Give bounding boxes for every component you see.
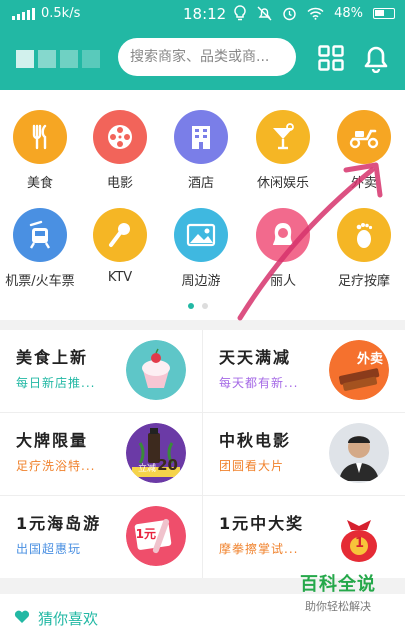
city-selector[interactable] [16,48,106,72]
category-hotel[interactable]: 酒店 [161,110,241,191]
hotel-building-icon [174,110,228,164]
promo-subtitle: 团圆看大片 [219,459,285,473]
lightbulb-icon [234,5,246,21]
category-ktv[interactable]: KTV [80,208,160,285]
landscape-icon [174,208,228,262]
page-indicator [188,303,208,309]
actor-portrait-image [329,423,389,483]
promo-title: 大牌限量 [16,431,89,450]
footprint-icon [337,208,391,262]
scooter-icon [337,110,391,164]
fork-knife-icon [13,110,67,164]
section-title: 猜你喜欢 [38,610,99,628]
waimai-badge: 外卖 [356,352,383,367]
promo-title: 1元中大奖 [219,514,305,533]
category-label: 周边游 [181,274,221,289]
category-label: 休闲娱乐 [256,176,309,191]
watermark-subtitle: 助你轻松解决 [305,600,371,613]
promo-subtitle: 每天都有新... [219,376,299,390]
category-label: 酒店 [187,176,214,191]
promo-title: 中秋电影 [219,431,292,450]
coupon-amount: 20 [157,456,178,474]
category-entertainment[interactable]: 休闲娱乐 [243,110,323,191]
promo-brand-limited[interactable]: 大牌限量 足疗洗浴特... 立减 20 [0,413,202,495]
microphone-icon [93,208,147,262]
watermark-title: 百科全说 [300,574,376,595]
signal-strength-icon [12,7,35,20]
category-label: 丽人 [269,274,296,289]
promo-one-yuan-prize[interactable]: 1元中大奖 摩拳擦掌试... 1 [203,496,405,578]
heart-icon [14,610,30,623]
wifi-icon [307,7,324,20]
one-yuan-badge: 1元 [135,527,156,541]
promo-title: 天天满减 [219,348,292,367]
promo-subtitle: 出国超惠玩 [16,542,82,556]
category-label: 美食 [26,176,53,191]
category-label: KTV [107,270,133,285]
promo-daily-discount[interactable]: 天天满减 每天都有新... 外卖 [203,330,405,412]
category-foot-massage[interactable]: 足疗按摩 [324,208,404,289]
category-grid: 美食 电影 酒店 休闲娱乐 外卖 机票/火车票 KTV 周边游 丽人 足疗按摩 [0,90,405,320]
battery-percent: 48% [334,5,363,21]
category-movie[interactable]: 电影 [80,110,160,191]
category-nearby-trips[interactable]: 周边游 [161,208,241,289]
status-time: 18:12 [183,5,227,23]
promo-grid: 美食上新 每日新店推... 天天满减 每天都有新... 外卖 大牌限量 足疗洗浴… [0,330,405,578]
lucky-bag-number: 1 [354,536,364,551]
category-label: 外卖 [350,176,377,191]
category-label: 足疗按摩 [337,274,390,289]
essential-oil-coupon-image [126,423,186,483]
top-bar: 搜索商家、品类或商... [0,28,405,90]
notification-bell-icon[interactable] [362,43,390,73]
watermark-logo: 百科全说 助你轻松解决 [278,570,398,622]
category-label: 电影 [106,176,133,191]
network-speed: 0.5k/s [41,6,81,21]
coupon-stamp: 立减 [137,464,156,474]
battery-icon [373,7,395,19]
alarm-icon [283,7,296,20]
promo-island-tour[interactable]: 1元海岛游 出国超惠玩 1元 [0,496,202,578]
promo-title: 美食上新 [16,348,89,367]
category-takeout[interactable]: 外卖 [324,110,404,191]
category-beauty[interactable]: 丽人 [243,208,323,289]
film-reel-icon [93,110,147,164]
search-input[interactable]: 搜索商家、品类或商... [118,38,296,76]
qr-scan-icon[interactable] [318,45,344,71]
mute-bell-icon [257,6,272,20]
promo-title: 1元海岛游 [16,514,102,533]
ice-cream-cake-image [126,340,186,400]
promo-new-food[interactable]: 美食上新 每日新店推... [0,330,202,412]
category-label: 机票/火车票 [5,274,75,289]
promo-subtitle: 每日新店推... [16,376,96,390]
category-food[interactable]: 美食 [0,110,80,191]
status-bar: 0.5k/s 18:12 48% [0,0,405,28]
cocktail-icon [256,110,310,164]
train-icon [13,208,67,262]
woman-icon [256,208,310,262]
promo-subtitle: 足疗洗浴特... [16,459,96,473]
promo-subtitle: 摩拳擦掌试... [219,542,299,556]
promo-mid-autumn-movie[interactable]: 中秋电影 团圆看大片 [203,413,405,495]
category-tickets[interactable]: 机票/火车票 [0,208,80,289]
